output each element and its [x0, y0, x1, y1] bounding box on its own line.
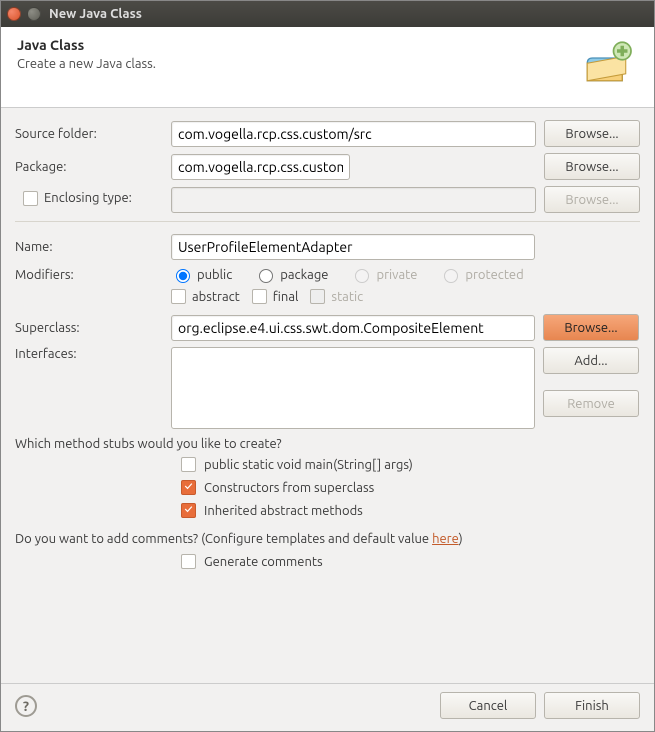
private-radio: private	[350, 266, 417, 283]
superclass-label: Superclass:	[15, 321, 163, 335]
checkbox-icon	[181, 457, 196, 472]
source-folder-input[interactable]	[171, 121, 536, 147]
stubs-question: Which method stubs would you like to cre…	[15, 437, 640, 451]
source-folder-label: Source folder:	[15, 127, 163, 141]
package-radio[interactable]: package	[254, 266, 328, 283]
enclosing-type-checkbox-wrap: Enclosing type:	[15, 191, 163, 209]
checkbox-icon	[181, 554, 196, 569]
checkbox-icon	[310, 289, 325, 304]
public-radio[interactable]: public	[171, 266, 232, 283]
titlebar: New Java Class	[1, 1, 654, 27]
header-text: Java Class Create a new Java class.	[17, 37, 582, 71]
package-label: Package:	[15, 160, 163, 174]
enclosing-type-row: Enclosing type: Browse...	[15, 186, 640, 213]
browse-source-button[interactable]: Browse...	[544, 120, 640, 147]
static-checkbox: static	[310, 289, 363, 304]
protected-radio: protected	[439, 266, 523, 283]
constructors-checkbox[interactable]: Constructors from superclass	[181, 480, 640, 495]
java-class-icon	[582, 37, 638, 93]
remove-interface-button: Remove	[543, 390, 639, 417]
final-checkbox[interactable]: final	[252, 289, 299, 304]
other-modifier-group: abstract final static	[171, 289, 363, 304]
browse-package-button[interactable]: Browse...	[544, 153, 640, 180]
page-title: Java Class	[17, 37, 582, 53]
comments-question: Do you want to add comments? (Configure …	[15, 532, 640, 546]
checkbox-icon	[181, 480, 196, 495]
close-icon[interactable]	[7, 7, 21, 21]
checkbox-icon	[252, 289, 267, 304]
enclosing-type-input	[171, 187, 536, 213]
configure-templates-link[interactable]: here	[432, 532, 459, 546]
package-input[interactable]	[171, 154, 350, 180]
access-modifier-group: public package private protected	[171, 266, 524, 283]
name-input[interactable]	[171, 234, 535, 260]
interfaces-row: Interfaces: Add... Remove	[15, 347, 640, 429]
inherited-methods-checkbox[interactable]: Inherited abstract methods	[181, 503, 640, 518]
separator	[15, 221, 640, 222]
browse-enclosing-button: Browse...	[544, 186, 640, 213]
window-title: New Java Class	[49, 7, 648, 21]
modifiers-label: Modifiers:	[15, 268, 163, 282]
help-icon[interactable]: ?	[15, 695, 37, 717]
checkbox-icon	[23, 191, 38, 206]
minimize-icon[interactable]	[27, 7, 41, 21]
generate-comments-row: Generate comments	[15, 554, 640, 569]
checkbox-icon	[181, 503, 196, 518]
modifiers-row: Modifiers: public package private protec…	[15, 266, 640, 283]
abstract-checkbox[interactable]: abstract	[171, 289, 240, 304]
enclosing-type-label: Enclosing type:	[44, 191, 132, 205]
stubs-group: public static void main(String[] args) C…	[15, 457, 640, 518]
add-interface-button[interactable]: Add...	[543, 347, 639, 374]
dialog-window: New Java Class Java Class Create a new J…	[0, 0, 655, 732]
main-method-checkbox[interactable]: public static void main(String[] args)	[181, 457, 640, 472]
page-subtitle: Create a new Java class.	[17, 57, 582, 71]
package-row: Package: Browse...	[15, 153, 640, 180]
superclass-input[interactable]	[171, 315, 535, 341]
cancel-button[interactable]: Cancel	[440, 692, 536, 719]
titlebar-buttons	[7, 7, 41, 21]
dialog-body: Source folder: Browse... Package: Browse…	[1, 108, 654, 683]
finish-button[interactable]: Finish	[544, 692, 640, 719]
dialog-footer: ? Cancel Finish	[1, 683, 654, 731]
name-label: Name:	[15, 240, 163, 254]
dialog-header: Java Class Create a new Java class.	[1, 27, 654, 108]
generate-comments-checkbox[interactable]: Generate comments	[181, 554, 640, 569]
interfaces-label: Interfaces:	[15, 347, 163, 361]
checkbox-icon	[171, 289, 186, 304]
modifiers-row-2: abstract final static	[15, 289, 640, 304]
interfaces-list[interactable]	[171, 347, 535, 429]
enclosing-type-checkbox[interactable]: Enclosing type:	[23, 191, 132, 206]
source-folder-row: Source folder: Browse...	[15, 120, 640, 147]
name-row: Name:	[15, 234, 640, 260]
superclass-row: Superclass: Browse...	[15, 314, 640, 341]
browse-superclass-button[interactable]: Browse...	[543, 314, 639, 341]
